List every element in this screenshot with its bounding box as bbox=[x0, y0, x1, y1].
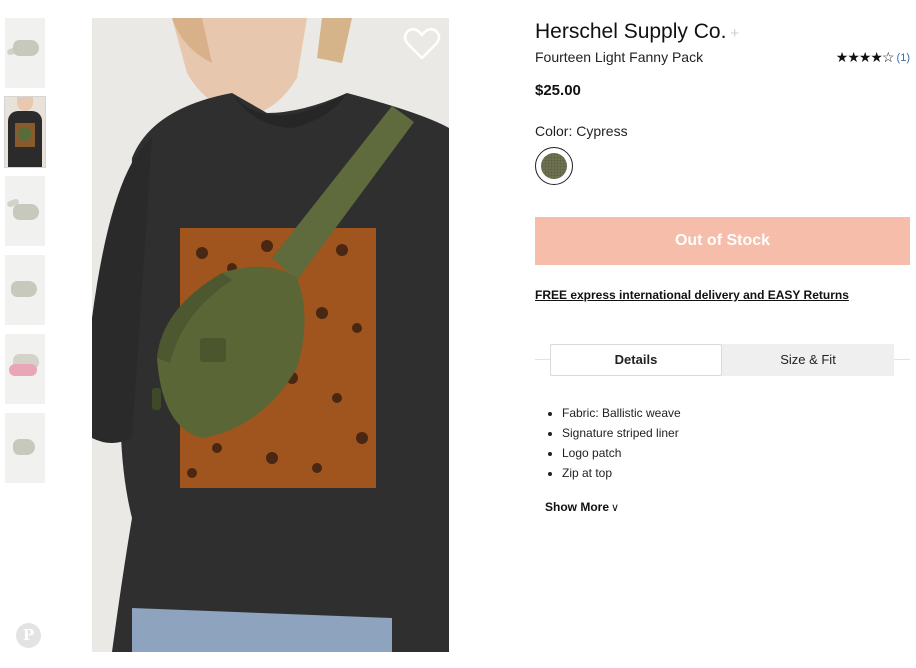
out-of-stock-button[interactable]: Out of Stock bbox=[535, 217, 910, 265]
rating-count[interactable]: (1) bbox=[897, 52, 910, 64]
thumbnail-5[interactable] bbox=[5, 334, 45, 404]
info-tabs: Details Size & Fit bbox=[550, 344, 894, 376]
thumbnail-6[interactable] bbox=[5, 413, 45, 483]
chevron-down-icon: ∨ bbox=[611, 502, 620, 514]
thumbnail-4[interactable] bbox=[5, 255, 45, 325]
thumbnail-3[interactable] bbox=[5, 176, 45, 246]
tab-size-fit[interactable]: Size & Fit bbox=[723, 345, 893, 375]
list-item: Logo patch bbox=[562, 446, 681, 460]
pinterest-icon[interactable]: P bbox=[16, 623, 41, 648]
brand-title[interactable]: Herschel Supply Co. + bbox=[535, 20, 739, 44]
product-price: $25.00 bbox=[535, 82, 581, 99]
follow-brand-icon[interactable]: + bbox=[730, 25, 739, 42]
list-item: Signature striped liner bbox=[562, 426, 681, 440]
color-swatch-cypress[interactable] bbox=[535, 147, 573, 185]
product-image bbox=[92, 18, 449, 652]
thumbnail-1[interactable] bbox=[5, 18, 45, 88]
show-more-label: Show More bbox=[545, 500, 610, 514]
details-list: Fabric: Ballistic weave Signature stripe… bbox=[546, 406, 681, 486]
thumbnail-list bbox=[4, 18, 46, 492]
list-item: Zip at top bbox=[562, 466, 681, 480]
list-item: Fabric: Ballistic weave bbox=[562, 406, 681, 420]
color-swatch-fill bbox=[541, 153, 567, 179]
rating-stars: ★★★★☆ bbox=[835, 49, 895, 65]
heart-outline-icon[interactable] bbox=[403, 27, 441, 61]
product-name: Fourteen Light Fanny Pack bbox=[535, 49, 704, 65]
rating[interactable]: ★★★★☆ (1) bbox=[836, 49, 910, 66]
thumbnail-2[interactable] bbox=[4, 96, 46, 168]
delivery-returns-link[interactable]: FREE express international delivery and … bbox=[535, 288, 849, 302]
tab-details[interactable]: Details bbox=[550, 344, 722, 376]
color-label: Color: Cypress bbox=[535, 123, 628, 139]
show-more-button[interactable]: Show More ∨ bbox=[545, 500, 619, 514]
brand-name[interactable]: Herschel Supply Co. bbox=[535, 20, 726, 43]
